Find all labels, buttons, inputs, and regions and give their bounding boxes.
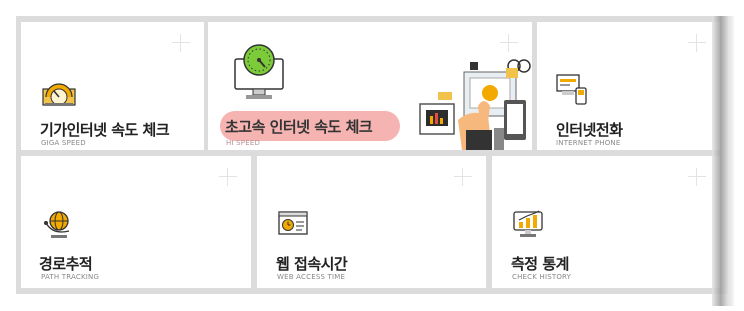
check-history-card[interactable]: 측정 통계 CHECK HISTORY xyxy=(492,156,720,288)
hi-speed-card[interactable]: 초고속 인터넷 속도 체크 HI SPEED xyxy=(208,22,532,150)
card-title: 경로추적 xyxy=(39,255,93,273)
web-browser-clock-icon xyxy=(278,211,308,235)
giga-speed-card[interactable]: 기가인터넷 속도 체크 GIGA SPEED xyxy=(21,22,204,150)
card-subtitle: WEB ACCESS TIME xyxy=(277,273,346,281)
card-title: 웹 접속시간 xyxy=(276,255,348,273)
path-tracking-card[interactable]: 경로추적 PATH TRACKING xyxy=(21,156,251,288)
card-title: 초고속 인터넷 속도 체크 xyxy=(225,118,373,136)
menu-grid: 기가인터넷 속도 체크 GIGA SPEED 초고속 인터넷 속도 체크 HI … xyxy=(16,16,734,306)
statistics-monitor-icon xyxy=(513,210,543,237)
speedometer-icon xyxy=(42,83,76,106)
card-title: 기가인터넷 속도 체크 xyxy=(40,121,170,139)
card-subtitle: PATH TRACKING xyxy=(41,273,100,281)
card-subtitle: HI SPEED xyxy=(226,139,261,147)
card-subtitle: INTERNET PHONE xyxy=(556,139,621,147)
internet-phone-icon xyxy=(556,74,587,105)
globe-tracking-icon xyxy=(44,211,70,238)
web-access-time-card[interactable]: 웹 접속시간 WEB ACCESS TIME xyxy=(257,156,486,288)
plus-icon xyxy=(454,168,472,186)
internet-phone-card[interactable]: 인터넷전화 INTERNET PHONE xyxy=(537,22,720,150)
plus-icon xyxy=(688,168,706,186)
plus-icon xyxy=(500,34,518,52)
card-title: 인터넷전화 xyxy=(556,121,623,139)
plus-icon xyxy=(219,168,237,186)
plus-icon xyxy=(688,34,706,52)
card-title: 측정 통계 xyxy=(511,255,569,273)
card-subtitle: GIGA SPEED xyxy=(41,139,86,147)
device-illustration-icon xyxy=(419,59,531,150)
plus-icon xyxy=(172,34,190,52)
card-subtitle: CHECK HISTORY xyxy=(512,273,572,281)
monitor-speed-gauge-icon xyxy=(234,44,284,99)
